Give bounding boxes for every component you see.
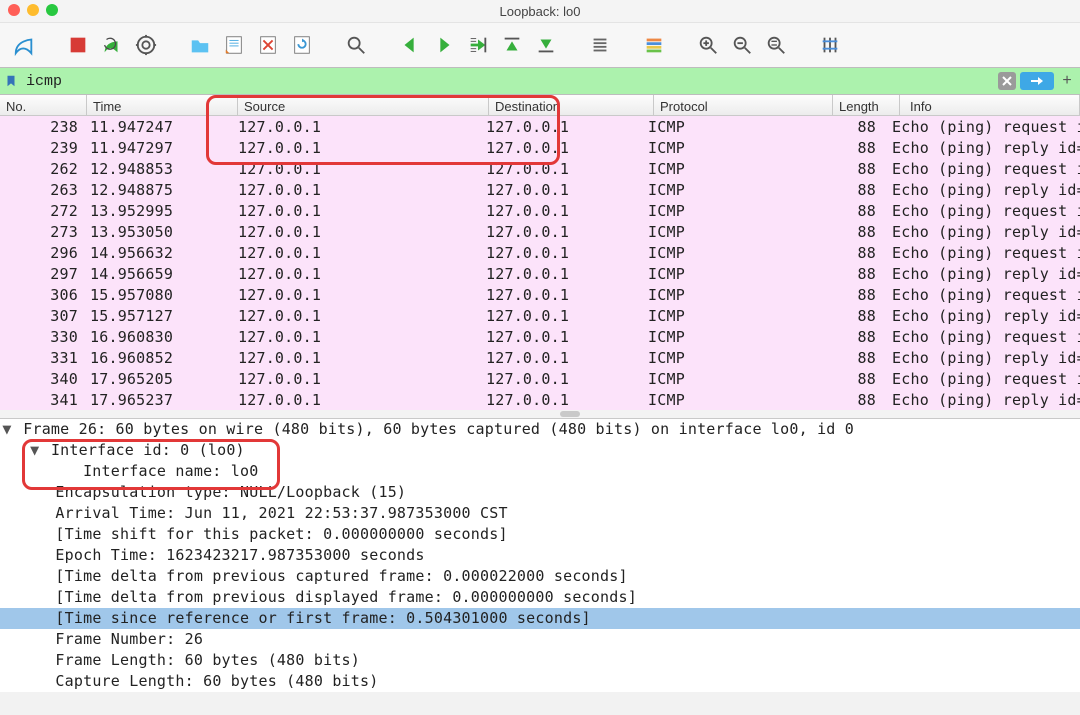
packet-row[interactable]: 26212.948853127.0.0.1127.0.0.1ICMP88Echo… xyxy=(0,158,1080,179)
reload-file-button[interactable] xyxy=(288,31,316,59)
bookmark-icon[interactable] xyxy=(4,74,18,88)
detail-delta-displayed[interactable]: [Time delta from previous displayed fram… xyxy=(0,587,1080,608)
main-toolbar xyxy=(0,23,1080,67)
packet-row[interactable]: 34017.965205127.0.0.1127.0.0.1ICMP88Echo… xyxy=(0,368,1080,389)
go-first-packet-button[interactable] xyxy=(498,31,526,59)
close-window-button[interactable] xyxy=(8,4,20,16)
detail-frame-summary[interactable]: ▼ Frame 26: 60 bytes on wire (480 bits),… xyxy=(0,419,1080,440)
packet-row[interactable]: 33116.960852127.0.0.1127.0.0.1ICMP88Echo… xyxy=(0,347,1080,368)
add-filter-expression-button[interactable]: + xyxy=(1058,72,1076,90)
traffic-lights xyxy=(8,4,58,16)
packet-list-header: No. Time Source Destination Protocol Len… xyxy=(0,95,1080,116)
packet-row[interactable]: 26312.948875127.0.0.1127.0.0.1ICMP88Echo… xyxy=(0,179,1080,200)
restart-capture-button[interactable] xyxy=(98,31,126,59)
packet-row[interactable]: 34117.965237127.0.0.1127.0.0.1ICMP88Echo… xyxy=(0,389,1080,410)
resize-columns-button[interactable] xyxy=(816,31,844,59)
detail-interface-name[interactable]: Interface name: lo0 xyxy=(0,461,1080,482)
capture-options-button[interactable] xyxy=(132,31,160,59)
column-header-time[interactable]: Time xyxy=(87,95,238,115)
window-title: Loopback: lo0 xyxy=(500,4,581,19)
go-last-packet-button[interactable] xyxy=(532,31,560,59)
column-header-no[interactable]: No. xyxy=(0,95,87,115)
horizontal-scrollbar[interactable] xyxy=(0,410,1080,418)
display-filter-input[interactable] xyxy=(24,72,998,91)
detail-arrival-time[interactable]: Arrival Time: Jun 11, 2021 22:53:37.9873… xyxy=(0,503,1080,524)
app-logo-icon xyxy=(10,31,38,59)
packet-row[interactable]: 27213.952995127.0.0.1127.0.0.1ICMP88Echo… xyxy=(0,200,1080,221)
packet-row[interactable]: 30615.957080127.0.0.1127.0.0.1ICMP88Echo… xyxy=(0,284,1080,305)
go-to-packet-button[interactable] xyxy=(464,31,492,59)
packet-details-pane[interactable]: ▼ Frame 26: 60 bytes on wire (480 bits),… xyxy=(0,419,1080,692)
detail-epoch-time[interactable]: Epoch Time: 1623423217.987353000 seconds xyxy=(0,545,1080,566)
display-filter-bar: + xyxy=(0,67,1080,95)
zoom-in-button[interactable] xyxy=(694,31,722,59)
minimize-window-button[interactable] xyxy=(27,4,39,16)
colorize-button[interactable] xyxy=(640,31,668,59)
packet-list-body[interactable]: 23811.947247127.0.0.1127.0.0.1ICMP88Echo… xyxy=(0,116,1080,410)
open-file-button[interactable] xyxy=(186,31,214,59)
packet-row[interactable]: 23811.947247127.0.0.1127.0.0.1ICMP88Echo… xyxy=(0,116,1080,137)
detail-delta-captured[interactable]: [Time delta from previous captured frame… xyxy=(0,566,1080,587)
auto-scroll-button[interactable] xyxy=(586,31,614,59)
apply-filter-button[interactable] xyxy=(1020,72,1054,90)
column-header-destination[interactable]: Destination xyxy=(489,95,654,115)
zoom-out-button[interactable] xyxy=(728,31,756,59)
packet-row[interactable]: 30715.957127127.0.0.1127.0.0.1ICMP88Echo… xyxy=(0,305,1080,326)
packet-row[interactable]: 23911.947297127.0.0.1127.0.0.1ICMP88Echo… xyxy=(0,137,1080,158)
detail-capture-length[interactable]: Capture Length: 60 bytes (480 bits) xyxy=(0,671,1080,692)
column-header-length[interactable]: Length xyxy=(833,95,900,115)
detail-frame-number[interactable]: Frame Number: 26 xyxy=(0,629,1080,650)
save-file-button[interactable] xyxy=(220,31,248,59)
packet-list-pane: No. Time Source Destination Protocol Len… xyxy=(0,95,1080,419)
column-header-source[interactable]: Source xyxy=(238,95,489,115)
detail-time-since-ref[interactable]: [Time since reference or first frame: 0.… xyxy=(0,608,1080,629)
clear-filter-button[interactable] xyxy=(998,72,1016,90)
zoom-window-button[interactable] xyxy=(46,4,58,16)
detail-frame-length[interactable]: Frame Length: 60 bytes (480 bits) xyxy=(0,650,1080,671)
packet-row[interactable]: 27313.953050127.0.0.1127.0.0.1ICMP88Echo… xyxy=(0,221,1080,242)
column-header-info[interactable]: Info xyxy=(900,95,1080,115)
detail-interface-id[interactable]: ▼ Interface id: 0 (lo0) xyxy=(0,440,1080,461)
detail-time-shift[interactable]: [Time shift for this packet: 0.000000000… xyxy=(0,524,1080,545)
window-titlebar: Loopback: lo0 xyxy=(0,0,1080,23)
zoom-reset-button[interactable] xyxy=(762,31,790,59)
close-file-button[interactable] xyxy=(254,31,282,59)
packet-row[interactable]: 29714.956659127.0.0.1127.0.0.1ICMP88Echo… xyxy=(0,263,1080,284)
go-back-button[interactable] xyxy=(396,31,424,59)
column-header-protocol[interactable]: Protocol xyxy=(654,95,833,115)
packet-row[interactable]: 33016.960830127.0.0.1127.0.0.1ICMP88Echo… xyxy=(0,326,1080,347)
detail-encapsulation[interactable]: Encapsulation type: NULL/Loopback (15) xyxy=(0,482,1080,503)
find-button[interactable] xyxy=(342,31,370,59)
packet-row[interactable]: 29614.956632127.0.0.1127.0.0.1ICMP88Echo… xyxy=(0,242,1080,263)
go-forward-button[interactable] xyxy=(430,31,458,59)
stop-capture-button[interactable] xyxy=(64,31,92,59)
